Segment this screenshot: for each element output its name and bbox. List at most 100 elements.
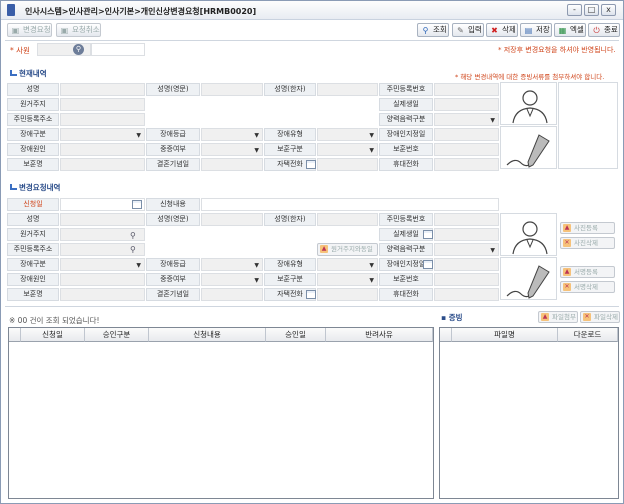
field-label-rrn: 주민등록번호 — [379, 83, 433, 96]
calendar-icon[interactable] — [423, 230, 433, 239]
evidence-grid[interactable]: 파일명 다운로드 — [439, 327, 619, 499]
field-birthday[interactable] — [434, 98, 499, 111]
field-label-veteran_org: 보훈명 — [7, 158, 59, 171]
sign-register-button[interactable]: ▲ 서명등록 — [560, 266, 615, 278]
close-button[interactable]: x — [601, 4, 616, 16]
field-veteran_type[interactable]: ▼ — [317, 273, 378, 286]
dropdown-arrow-icon[interactable]: ▼ — [369, 132, 374, 139]
dropdown-arrow-icon[interactable]: ▼ — [254, 132, 259, 139]
dropdown-arrow-icon[interactable]: ▼ — [369, 277, 374, 284]
calendar-icon[interactable] — [423, 260, 433, 269]
field-name_en[interactable] — [201, 83, 263, 96]
field-disability_grade[interactable]: ▼ — [201, 258, 263, 271]
dropdown-arrow-icon[interactable]: ▼ — [490, 247, 495, 254]
field-disability_kind[interactable]: ▼ — [317, 258, 378, 271]
restore-button[interactable]: □ — [584, 4, 599, 16]
field-name[interactable] — [60, 213, 145, 226]
search-button[interactable]: ⚲ 조회 — [417, 23, 449, 37]
copy-origin-address-button[interactable]: ▲ 원거주지와동일 — [317, 243, 378, 256]
field-disability_type[interactable]: ▼ — [60, 258, 145, 271]
dropdown-arrow-icon[interactable]: ▼ — [254, 277, 259, 284]
file-attach-button[interactable]: ▲ 파일첨부 — [538, 311, 578, 323]
delete-button[interactable]: ✖ 삭제 — [486, 23, 518, 37]
column-header[interactable]: 다운로드 — [558, 328, 618, 342]
calendar-icon[interactable] — [306, 160, 316, 169]
field-home_phone[interactable] — [306, 158, 378, 171]
field-mobile[interactable] — [434, 288, 499, 301]
field-name[interactable] — [60, 83, 145, 96]
column-header[interactable]: 신청일 — [21, 328, 85, 342]
column-header[interactable]: 파일명 — [452, 328, 558, 342]
field-rrn[interactable] — [434, 83, 499, 96]
field-wedding_date[interactable] — [201, 158, 263, 171]
field-request_content[interactable] — [201, 198, 499, 211]
field-severity[interactable]: ▼ — [201, 273, 263, 286]
field-label-disability_kind: 장애유형 — [264, 258, 316, 271]
field-home_phone[interactable] — [306, 288, 378, 301]
field-label-calendar: 양력음력구분 — [379, 113, 433, 126]
field-label-disability_type: 장애구분 — [7, 128, 59, 141]
excel-button[interactable]: ▦ 엑셀 — [554, 23, 586, 37]
field-disability_kind[interactable]: ▼ — [317, 128, 378, 141]
dropdown-arrow-icon[interactable]: ▼ — [254, 262, 259, 269]
save-note: * 저장후 변경요청을 하셔야 반영됩니다. — [498, 46, 616, 54]
dropdown-arrow-icon[interactable]: ▼ — [369, 262, 374, 269]
field-severity[interactable]: ▼ — [201, 143, 263, 156]
exit-icon: ⏻ — [593, 26, 600, 35]
calendar-icon[interactable] — [306, 290, 316, 299]
field-calendar[interactable]: ▼ — [434, 113, 499, 126]
sign-delete-button[interactable]: ✕ 서명삭제 — [560, 281, 615, 293]
field-veteran_no[interactable] — [434, 143, 499, 156]
column-header[interactable]: 신청내용 — [149, 328, 266, 342]
title-bar: 인사시스템>인사관리>인사기본>개인신상변경요청[HRMB0020] - □ x — [1, 1, 623, 20]
field-disability_date[interactable] — [434, 128, 499, 141]
dropdown-arrow-icon[interactable]: ▼ — [136, 132, 141, 139]
change-request-button[interactable]: ▣ 변경요청 — [7, 23, 52, 37]
photo-delete-button[interactable]: ✕ 사진삭제 — [560, 237, 615, 249]
file-delete-button[interactable]: ✕ 파일삭제 — [580, 311, 620, 323]
field-label-name_cn: 성명(한자) — [264, 83, 316, 96]
field-label-severity: 중증여부 — [146, 143, 200, 156]
column-header[interactable]: 승인구분 — [85, 328, 149, 342]
field-disability_cause[interactable] — [60, 273, 145, 286]
upload-icon: ▲ — [563, 224, 571, 232]
dropdown-arrow-icon[interactable]: ▼ — [254, 147, 259, 154]
column-header[interactable]: 승인일 — [266, 328, 326, 342]
photo-register-button[interactable]: ▲ 사진등록 — [560, 222, 615, 234]
request-cancel-button[interactable]: ▣ 요청취소 — [56, 23, 101, 37]
exit-button[interactable]: ⏻ 종료 — [588, 23, 620, 37]
field-name_en[interactable] — [201, 213, 263, 226]
field-veteran_org[interactable] — [60, 158, 145, 171]
dropdown-arrow-icon[interactable]: ▼ — [369, 147, 374, 154]
field-name_cn[interactable] — [317, 213, 378, 226]
field-mobile[interactable] — [434, 158, 499, 171]
search-icon[interactable]: ⚲ — [130, 245, 136, 254]
employee-name-field[interactable] — [91, 43, 145, 56]
field-disability_date[interactable] — [423, 258, 499, 271]
field-origin_addr[interactable] — [60, 98, 145, 111]
minimize-button[interactable]: - — [567, 4, 582, 16]
search-icon[interactable]: ⚲ — [130, 231, 136, 240]
field-rrn[interactable] — [434, 213, 499, 226]
search-icon[interactable]: ⚲ — [73, 44, 84, 55]
field-veteran_org[interactable] — [60, 288, 145, 301]
calendar-icon[interactable] — [132, 200, 142, 209]
field-calendar[interactable]: ▼ — [434, 243, 499, 256]
field-disability_type[interactable]: ▼ — [60, 128, 145, 141]
field-disability_cause[interactable] — [60, 143, 145, 156]
field-wedding_date[interactable] — [201, 288, 263, 301]
field-rrn_addr[interactable] — [60, 113, 145, 126]
field-veteran_type[interactable]: ▼ — [317, 143, 378, 156]
input-button[interactable]: ✎ 입력 — [452, 23, 484, 37]
dropdown-arrow-icon[interactable]: ▼ — [490, 117, 495, 124]
remove-icon: ✕ — [563, 239, 571, 247]
field-disability_grade[interactable]: ▼ — [201, 128, 263, 141]
field-veteran_no[interactable] — [434, 273, 499, 286]
save-button[interactable]: ▤ 저장 — [520, 23, 552, 37]
field-birthday[interactable] — [423, 228, 499, 241]
dropdown-arrow-icon[interactable]: ▼ — [136, 262, 141, 269]
attach-note: * 해당 변경내역에 대한 증빙서류를 첨부하셔야 합니다. — [455, 73, 605, 81]
field-name_cn[interactable] — [317, 83, 378, 96]
column-header[interactable]: 반려사유 — [326, 328, 433, 342]
result-grid[interactable]: 신청일 승인구분 신청내용 승인일 반려사유 — [8, 327, 434, 499]
